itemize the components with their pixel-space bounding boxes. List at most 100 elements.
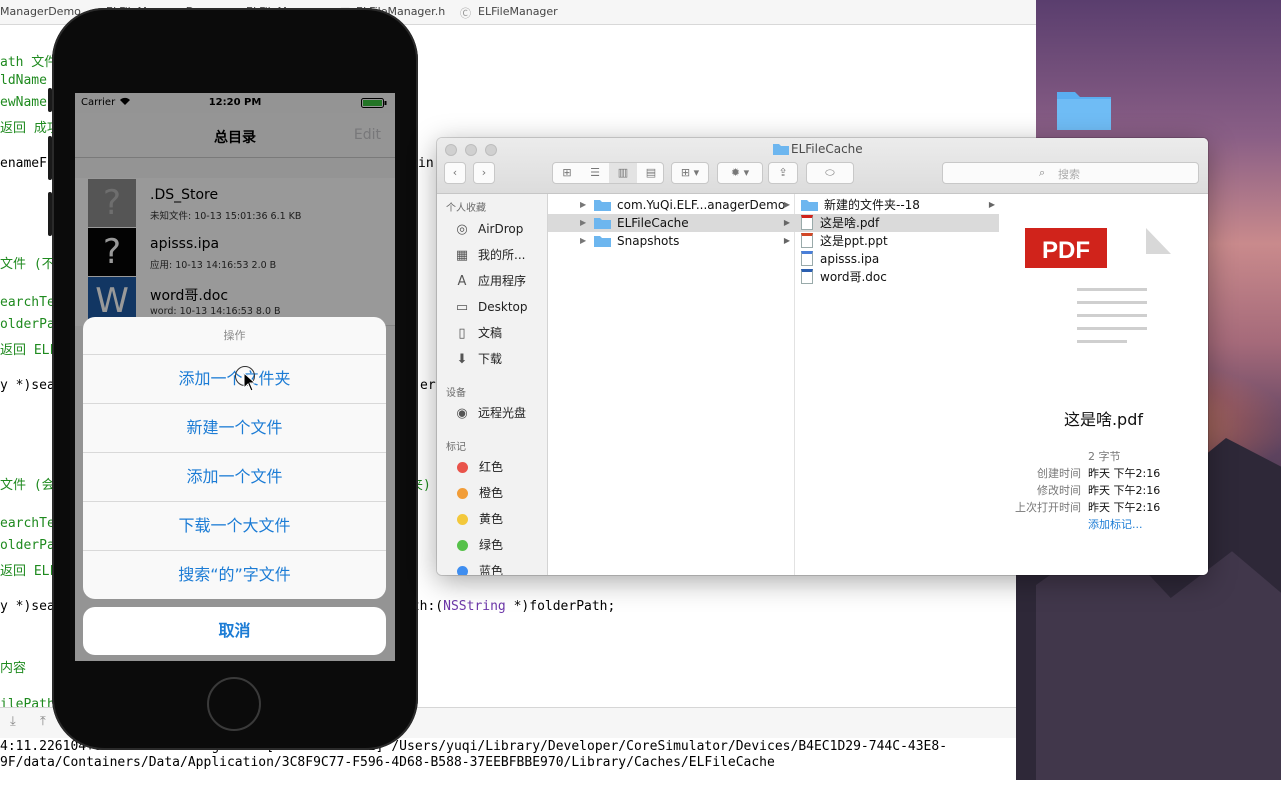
code-line: enameF	[0, 156, 47, 171]
disclosure-triangle-icon[interactable]: ▶	[580, 196, 586, 214]
doc-file-icon	[801, 269, 813, 284]
file-info: 2 字节 创建时间 昨天 下午2:16 修改时间 昨天 下午2:16 上次打开时间 昨天 …	[999, 446, 1208, 546]
all-my-files-icon: ▦	[455, 247, 469, 263]
folder-name: ELFileCache	[617, 216, 689, 230]
sidebar-item-label: Desktop	[478, 300, 528, 314]
code-line: ath 文件	[0, 55, 58, 70]
download-icon[interactable]: ⤓	[10, 714, 16, 729]
column-folder-row[interactable]: ▶ ELFileCache ▶	[548, 214, 794, 232]
code-line: y *)sea	[0, 378, 55, 393]
add-tags-link[interactable]: 添加标记...	[1088, 516, 1143, 532]
folder-icon	[594, 217, 611, 229]
sidebar-item[interactable]: ⬇ 下载	[453, 348, 502, 370]
action-menu-button[interactable]: ✹ ▾	[717, 162, 763, 184]
sidebar-item-label: 我的所...	[478, 248, 526, 262]
info-value: 昨天 下午2:16	[1088, 467, 1161, 480]
tag-color-dot	[457, 462, 468, 473]
forward-button[interactable]: ›	[473, 162, 495, 184]
column-folder-row[interactable]: ▶ Snapshots ▶	[548, 232, 794, 250]
sidebar-item[interactable]: A 应用程序	[453, 270, 526, 292]
action-sheet-item[interactable]: 新建一个文件	[83, 403, 386, 453]
action-sheet-item[interactable]: 下载一个大文件	[83, 501, 386, 551]
tag-icon[interactable]: ⬭	[806, 162, 854, 184]
column-file-row[interactable]: apisss.ipa	[794, 250, 999, 268]
tag-color-dot	[457, 566, 468, 575]
column-file-row[interactable]: 新建的文件夹--18 ▶	[794, 196, 999, 214]
sidebar-item[interactable]: ▯ 文稿	[453, 322, 502, 344]
applications-icon: A	[457, 273, 467, 289]
jump-bar-item[interactable]: ManagerDemo	[0, 5, 81, 18]
icon-view-icon[interactable]: ⊞	[553, 163, 581, 183]
cancel-button[interactable]: 取消	[83, 607, 386, 655]
sidebar-item[interactable]: ◉ 远程光盘	[453, 402, 526, 424]
code-line: 返回 成功	[0, 121, 60, 136]
code-line: olderPa	[0, 538, 55, 553]
search-input[interactable]: ⌕ 搜索	[942, 162, 1199, 184]
folder-icon	[773, 144, 789, 155]
disclosure-triangle-icon[interactable]: ▶	[580, 232, 586, 250]
sidebar-tag[interactable]: 绿色	[453, 534, 503, 556]
tag-color-dot	[457, 488, 468, 499]
info-label: 修改时间	[1037, 484, 1081, 497]
list-view-icon[interactable]: ☰	[581, 163, 609, 183]
folder-name: Snapshots	[617, 234, 680, 248]
desktop-icon: ▭	[455, 299, 469, 315]
code-line: earchTe	[0, 295, 55, 310]
jump-bar-item[interactable]: ELFileManager	[478, 5, 558, 18]
column-file-row[interactable]: 这是啥.pdf	[794, 214, 999, 232]
info-label: 上次打开时间	[1015, 501, 1081, 514]
action-sheet-item[interactable]: 搜索“的”字文件	[83, 550, 386, 599]
back-button[interactable]: ‹	[444, 162, 466, 184]
code-fragment: er	[420, 378, 436, 393]
folder-name: com.YuQi.ELF...anagerDemo	[617, 198, 786, 212]
sidebar-item-label: 黄色	[479, 512, 504, 526]
chevron-right-icon: ▶	[783, 218, 790, 227]
code-line: ldName	[0, 73, 47, 88]
action-sheet: 操作 添加一个文件夹 新建一个文件 添加一个文件 下载一个大文件 搜索“的”字文件	[83, 317, 386, 599]
file-name: 这是啥.pdf	[820, 216, 880, 230]
share-icon[interactable]: ⇪	[768, 162, 798, 184]
tag-color-dot	[457, 540, 468, 551]
mouse-cursor-icon	[243, 372, 257, 392]
file-name: word哥.doc	[820, 270, 887, 284]
sidebar-tag[interactable]: 橙色	[453, 482, 503, 504]
folder-icon[interactable]	[1055, 86, 1113, 132]
code-line: y *)sea	[0, 599, 55, 614]
column-file-row[interactable]: word哥.doc	[794, 268, 999, 286]
chevron-right-icon: ▶	[783, 200, 790, 209]
home-button[interactable]	[207, 677, 261, 731]
search-placeholder: 搜索	[1058, 168, 1080, 181]
sidebar-tag[interactable]: 黄色	[453, 508, 503, 530]
sidebar-item[interactable]: ▭ Desktop	[453, 296, 528, 318]
column-view-icon[interactable]: ▥	[609, 163, 637, 183]
action-sheet-title: 操作	[83, 317, 386, 355]
sidebar-item-label: 应用程序	[478, 274, 527, 288]
sidebar-section-devices: 设备	[446, 388, 466, 399]
sidebar-item-label: 绿色	[479, 538, 504, 552]
action-sheet-item[interactable]: 添加一个文件	[83, 452, 386, 502]
sidebar-item[interactable]: ◎ AirDrop	[453, 218, 523, 240]
sidebar-tag[interactable]: 红色	[453, 456, 503, 478]
sidebar-tag[interactable]: 蓝色	[453, 560, 503, 575]
arrange-menu-button[interactable]: ⊞ ▾	[671, 162, 709, 184]
sidebar-item[interactable]: ▦ 我的所...	[453, 244, 526, 266]
chevron-right-icon: ▶	[783, 236, 790, 245]
sidebar-item-label: 文稿	[478, 326, 503, 340]
tag-color-dot	[457, 514, 468, 525]
chevron-right-icon: ▶	[988, 200, 995, 209]
code-line: 文件 (不	[0, 257, 55, 272]
close-window-button[interactable]	[445, 144, 457, 156]
class-icon: Ⓒ	[460, 7, 471, 20]
code-fragment: ath:(NSString *)folderPath;	[404, 599, 616, 614]
column-folder-row[interactable]: ▶ com.YuQi.ELF...anagerDemo ▶	[548, 196, 794, 214]
upload-icon[interactable]: ⤒	[40, 714, 46, 729]
disclosure-triangle-icon[interactable]: ▶	[580, 214, 586, 232]
code-fragment: in	[418, 156, 434, 171]
column-file-row[interactable]: 这是ppt.ppt	[794, 232, 999, 250]
airdrop-icon: ◎	[456, 221, 468, 237]
zoom-window-button[interactable]	[485, 144, 497, 156]
minimize-window-button[interactable]	[465, 144, 477, 156]
cover-flow-icon[interactable]: ▤	[637, 163, 665, 183]
preview-filename: 这是啥.pdf	[1063, 410, 1144, 429]
folder-icon	[594, 235, 611, 247]
